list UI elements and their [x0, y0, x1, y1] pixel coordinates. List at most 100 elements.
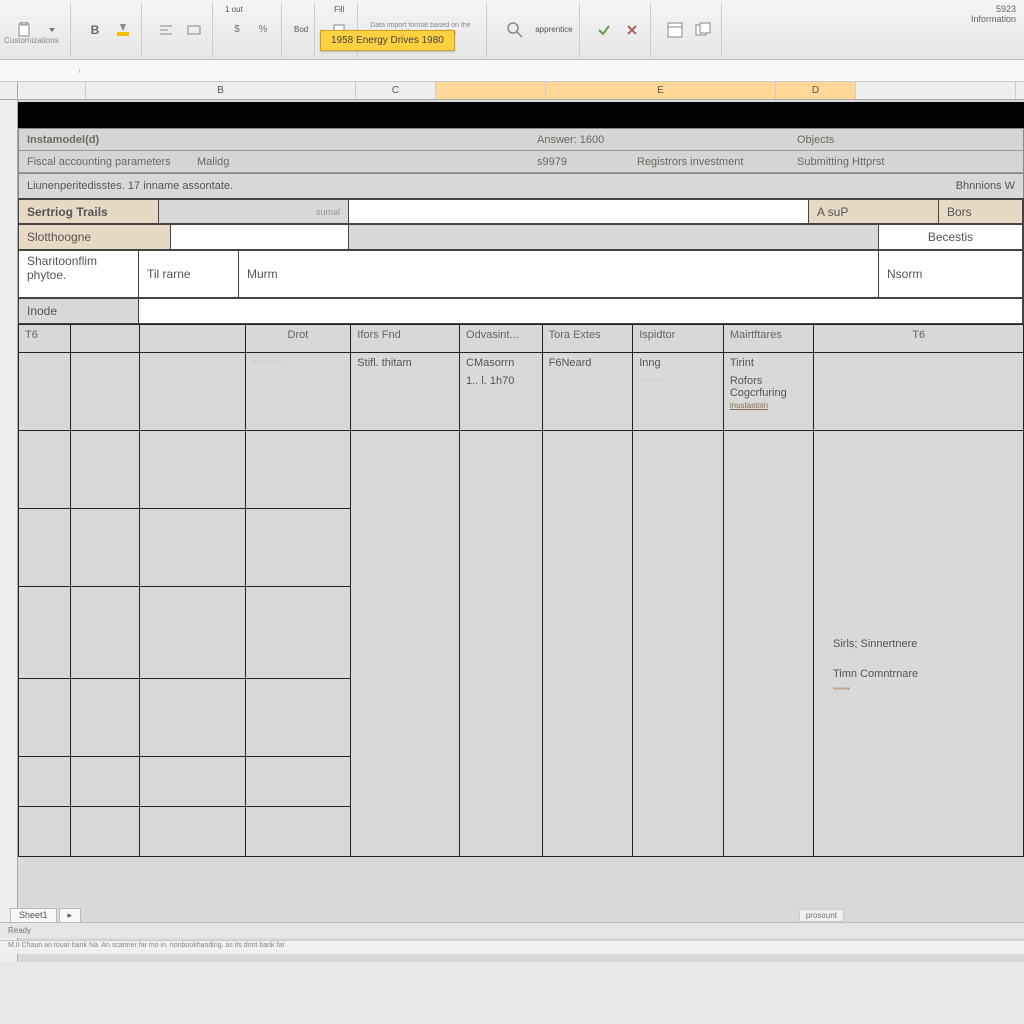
r5c0[interactable] — [19, 679, 71, 757]
subrow-c3[interactable]: Murm — [239, 251, 879, 297]
gh-6[interactable]: Tora Extes — [542, 325, 633, 353]
r6c0[interactable] — [19, 757, 71, 807]
r1c8[interactable]: Tirint Rofors Cogcrfuring inustastoin — [723, 353, 814, 431]
r3c1[interactable] — [71, 509, 139, 587]
r3c3[interactable] — [245, 509, 351, 587]
r5c3[interactable] — [245, 679, 351, 757]
gh-9[interactable]: T6 — [814, 325, 1024, 353]
service-blank[interactable] — [349, 200, 809, 223]
r1c9[interactable] — [814, 353, 1024, 431]
col-header-d[interactable]: D — [776, 82, 856, 99]
align-left-button[interactable] — [154, 18, 178, 42]
r5c1[interactable] — [71, 679, 139, 757]
window1-button[interactable] — [663, 18, 687, 42]
row-headers[interactable] — [0, 100, 18, 962]
col-header-c[interactable]: C — [356, 82, 436, 99]
col-header-b[interactable]: B — [86, 82, 356, 99]
r2c7-merged[interactable] — [633, 431, 724, 857]
ribbon-group-clipboard — [6, 3, 71, 57]
service-trials-header[interactable]: Sertriog Trails — [19, 200, 159, 223]
section-desc-row: Liunenperitedisstes. 17 inname assontate… — [18, 174, 1024, 198]
currency-button[interactable]: $ — [225, 18, 249, 42]
r2c8-merged[interactable] — [723, 431, 814, 857]
check-icon[interactable] — [592, 18, 616, 42]
mode-label-cell[interactable]: Inode — [19, 299, 139, 323]
r7c0[interactable] — [19, 807, 71, 857]
r1c0[interactable] — [19, 353, 71, 431]
contextual-tab-highlight[interactable]: 1958 Energy Drives 1980 — [320, 30, 455, 51]
gh-2[interactable] — [139, 325, 245, 353]
select-all-corner[interactable] — [0, 82, 18, 100]
r6c1[interactable] — [71, 757, 139, 807]
r4c2[interactable] — [139, 587, 245, 679]
r4c1[interactable] — [71, 587, 139, 679]
r1c4[interactable]: Stifl. thitam — [351, 353, 460, 431]
r2c5-merged[interactable] — [460, 431, 543, 857]
window2-button[interactable] — [691, 18, 715, 42]
a-sup-header[interactable]: A suP — [809, 200, 939, 223]
subrow-cright[interactable]: Nsorm — [879, 251, 1023, 297]
slot-range-header[interactable]: Slotthoogne — [19, 225, 171, 249]
r1c5[interactable]: CMasorrn 1.. l. 1h70 — [460, 353, 543, 431]
r4c3[interactable] — [245, 587, 351, 679]
r7c3[interactable] — [245, 807, 351, 857]
r2c3[interactable] — [245, 431, 351, 509]
info-r1-a: Instamodel(d) — [19, 131, 529, 149]
results-header[interactable]: Becestis — [879, 225, 1023, 249]
grid-content: Instamodel(d) Answer: 1600 Objects Fisca… — [18, 102, 1024, 857]
r2c4-merged[interactable] — [351, 431, 460, 857]
r1c3[interactable]: ············ — [245, 353, 351, 431]
merge-button[interactable] — [182, 18, 206, 42]
col-header-e[interactable]: E — [546, 82, 776, 99]
bors-header[interactable]: Bors — [939, 200, 1023, 223]
r1c7[interactable]: Inng ·········· — [633, 353, 724, 431]
r2c6-merged[interactable] — [542, 431, 633, 857]
mode-blank[interactable] — [139, 299, 1023, 323]
gh-5[interactable]: Odvasint... — [460, 325, 543, 353]
col-header-sel1[interactable] — [436, 82, 546, 99]
subrow-c1-a: Sharitoonflim — [27, 254, 97, 268]
gh-1[interactable] — [71, 325, 139, 353]
zoom-indicator[interactable]: prosount — [799, 909, 844, 922]
r1c8-link[interactable]: inustastoin — [730, 401, 808, 410]
status-bar: Ready — [0, 922, 1024, 938]
col-header-f[interactable] — [856, 82, 1016, 99]
find-button[interactable] — [499, 10, 531, 50]
ribbon-right-label: Information — [971, 14, 1016, 24]
r5c2[interactable] — [139, 679, 245, 757]
grid-header-row: T6 Drot Ifors Fnd Odvasint... Tora Extes… — [19, 325, 1024, 353]
col-header-a[interactable] — [18, 82, 86, 99]
r4c0[interactable] — [19, 587, 71, 679]
r7c2[interactable] — [139, 807, 245, 857]
gh-4[interactable]: Ifors Fnd — [351, 325, 460, 353]
grid-row-2 — [19, 431, 1024, 509]
gh-7[interactable]: Ispidtor — [633, 325, 724, 353]
r3c0[interactable] — [19, 509, 71, 587]
percent-button[interactable]: % — [251, 18, 275, 42]
gh-3[interactable]: Drot — [245, 325, 351, 353]
info-row-2: Fiscal accounting parameters Malidg s997… — [19, 151, 1023, 173]
subrow-c1[interactable]: Sharitoonflim phytoe. — [19, 251, 139, 297]
r7c1[interactable] — [71, 807, 139, 857]
r1c2[interactable] — [139, 353, 245, 431]
slot-blank2[interactable] — [349, 225, 879, 249]
cancel-icon[interactable] — [620, 18, 644, 42]
r1c1[interactable] — [71, 353, 139, 431]
name-box[interactable] — [0, 69, 80, 73]
gh-8[interactable]: Mairtftares — [723, 325, 814, 353]
gh-0[interactable]: T6 — [19, 325, 71, 353]
ribbon-group-styles: Bod — [288, 3, 315, 57]
sheet-tab-nav[interactable]: ▸ — [59, 908, 82, 922]
r2c0[interactable] — [19, 431, 71, 509]
r6c2[interactable] — [139, 757, 245, 807]
r3c2[interactable] — [139, 509, 245, 587]
slot-blank1[interactable] — [171, 225, 349, 249]
fill-color-button[interactable] — [111, 18, 135, 42]
r6c3[interactable] — [245, 757, 351, 807]
bold-button[interactable]: B — [83, 18, 107, 42]
r2c1[interactable] — [71, 431, 139, 509]
r2c2[interactable] — [139, 431, 245, 509]
sheet-tab-1[interactable]: Sheet1 — [10, 908, 57, 922]
subrow-c2[interactable]: Til rarne — [139, 251, 239, 297]
r1c6[interactable]: F6Neard — [542, 353, 633, 431]
